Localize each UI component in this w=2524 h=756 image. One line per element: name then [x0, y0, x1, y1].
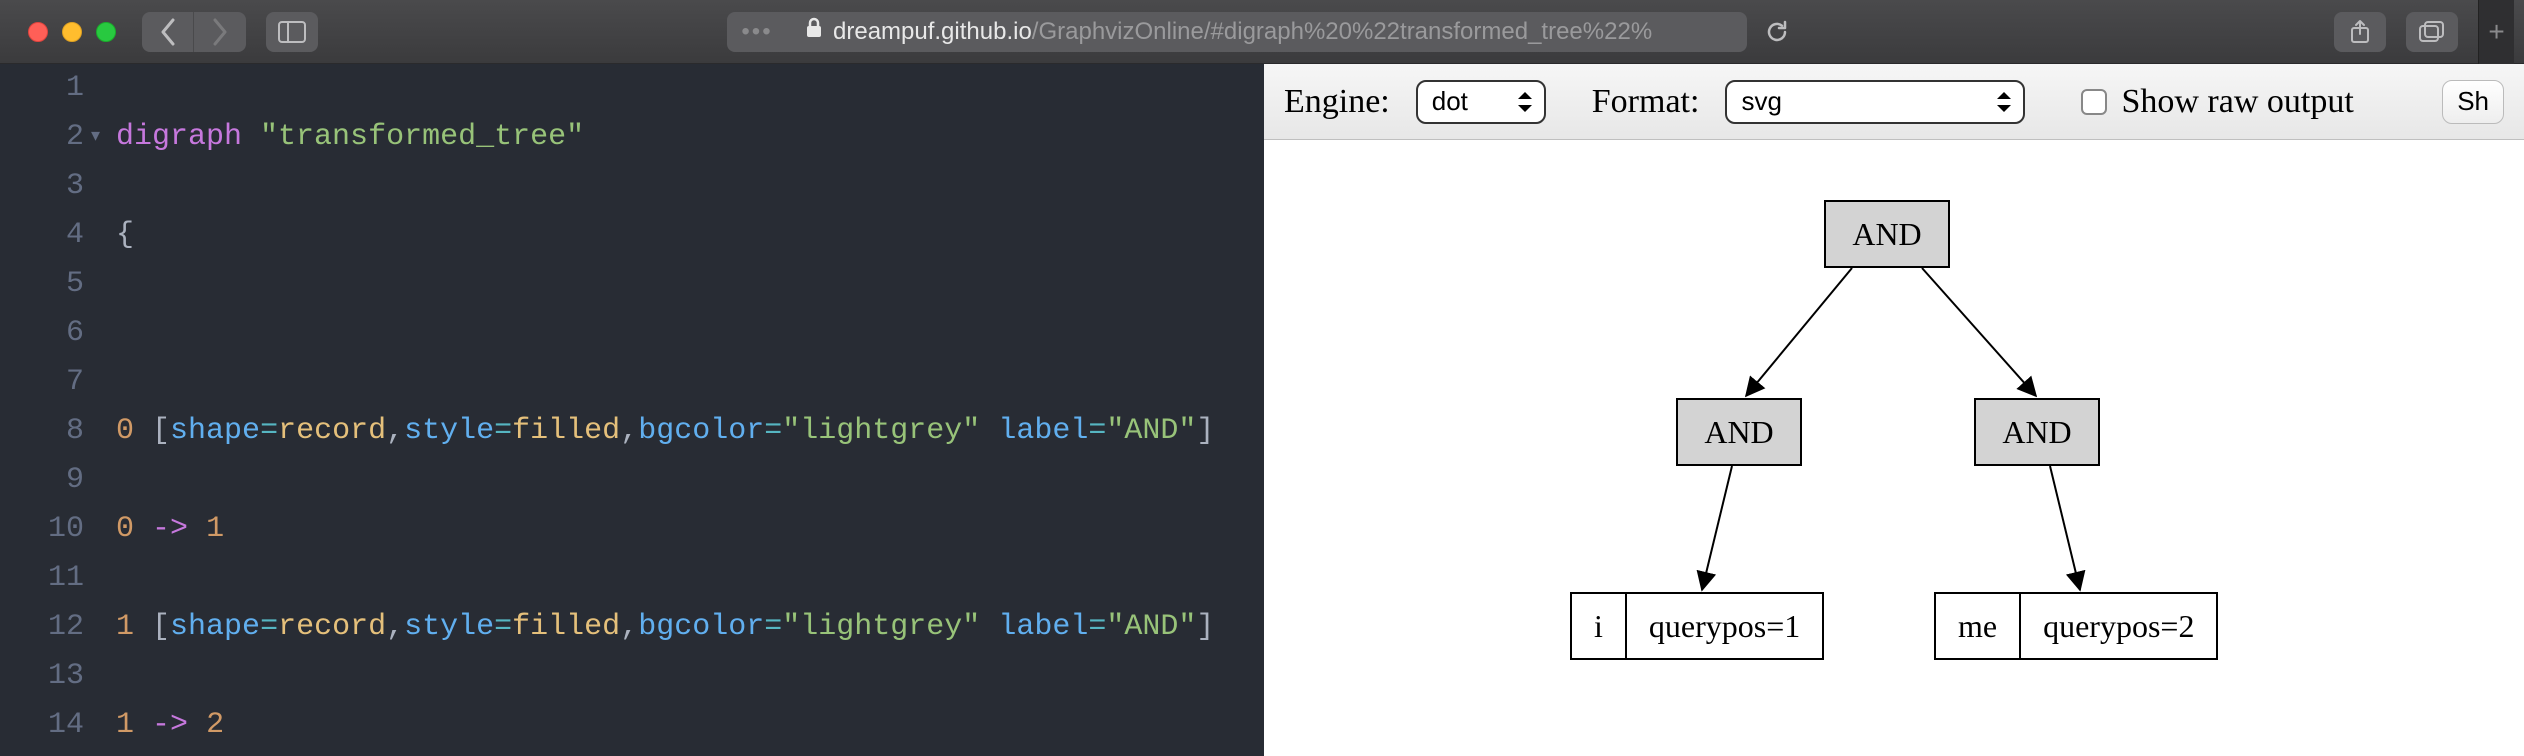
- back-button[interactable]: [142, 12, 194, 52]
- sidebar-toggle-button[interactable]: [266, 12, 318, 52]
- line-number: 11: [0, 554, 84, 603]
- line-number: 12: [0, 603, 84, 652]
- new-tab-button[interactable]: +: [2478, 0, 2514, 64]
- line-number: 1: [0, 64, 84, 113]
- line-number: 5: [0, 260, 84, 309]
- url-path: /GraphvizOnline/#digraph%20%22transforme…: [1032, 18, 1652, 46]
- close-window-button[interactable]: [28, 22, 48, 42]
- line-number: 10: [0, 505, 84, 554]
- lock-icon: [805, 17, 823, 46]
- address-bar-group: ••• dreampuf.github.io/GraphvizOnline/#d…: [727, 12, 1797, 52]
- graph-node-3[interactable]: AND: [1974, 398, 2100, 466]
- window-controls: [28, 22, 116, 42]
- show-raw-label: Show raw output: [2121, 83, 2353, 121]
- node-field-val: querypos=2: [2019, 594, 2216, 658]
- line-number: 13: [0, 652, 84, 701]
- forward-button[interactable]: [194, 12, 246, 52]
- share-link-label: Sh: [2457, 86, 2489, 117]
- zoom-window-button[interactable]: [96, 22, 116, 42]
- line-number: 3: [0, 162, 84, 211]
- graph-node-2[interactable]: i querypos=1: [1570, 592, 1824, 660]
- engine-label: Engine:: [1284, 83, 1390, 121]
- node-field-key: i: [1572, 594, 1625, 659]
- engine-select[interactable]: dot: [1416, 80, 1546, 124]
- address-bar[interactable]: dreampuf.github.io/GraphvizOnline/#digra…: [787, 12, 1747, 52]
- node-label: AND: [1830, 202, 1943, 267]
- share-link-button[interactable]: Sh: [2442, 80, 2504, 124]
- line-number: 7: [0, 358, 84, 407]
- format-select[interactable]: svg: [1725, 80, 2025, 124]
- engine-value: dot: [1432, 86, 1468, 117]
- line-number: 4: [0, 211, 84, 260]
- line-number: 14: [0, 701, 84, 750]
- node-label: AND: [1980, 400, 2093, 465]
- share-button[interactable]: [2334, 12, 2386, 52]
- graph-node-1[interactable]: AND: [1676, 398, 1802, 466]
- graph-node-4[interactable]: me querypos=2: [1934, 592, 2218, 660]
- output-panel: Engine: dot Format: svg Show raw output …: [1264, 64, 2524, 756]
- format-value: svg: [1741, 86, 1781, 117]
- node-field-val: querypos=1: [1625, 594, 1822, 658]
- toolbar-right: +: [2334, 0, 2514, 64]
- show-raw-checkbox[interactable]: [2081, 89, 2107, 115]
- code-content[interactable]: digraph "transformed_tree" { 0 [shape=re…: [108, 64, 1264, 756]
- minimize-window-button[interactable]: [62, 22, 82, 42]
- graph-node-0[interactable]: AND: [1824, 200, 1950, 268]
- line-gutter: 1 2 3 4 5 6 7 8 9 10 11 12 13 14: [0, 64, 108, 756]
- nav-back-forward: [142, 12, 246, 52]
- graph-canvas[interactable]: AND AND AND i querypos=1 me querypos=2: [1264, 140, 2524, 756]
- code-editor[interactable]: 1 2 3 4 5 6 7 8 9 10 11 12 13 14 digraph…: [0, 64, 1264, 756]
- line-number: 8: [0, 407, 84, 456]
- browser-titlebar: ••• dreampuf.github.io/GraphvizOnline/#d…: [0, 0, 2524, 64]
- line-number: 2: [0, 113, 84, 162]
- node-label: AND: [1682, 400, 1795, 465]
- format-label: Format:: [1592, 83, 1700, 121]
- render-toolbar: Engine: dot Format: svg Show raw output …: [1264, 64, 2524, 140]
- line-number: 6: [0, 309, 84, 358]
- main-split: 1 2 3 4 5 6 7 8 9 10 11 12 13 14 digraph…: [0, 64, 2524, 756]
- reload-button[interactable]: [1757, 12, 1797, 52]
- node-field-key: me: [1936, 594, 2019, 659]
- url-host: dreampuf.github.io: [833, 18, 1032, 46]
- tabs-overview-button[interactable]: [2406, 12, 2458, 52]
- reader-mode-button[interactable]: •••: [727, 12, 787, 52]
- line-number: 9: [0, 456, 84, 505]
